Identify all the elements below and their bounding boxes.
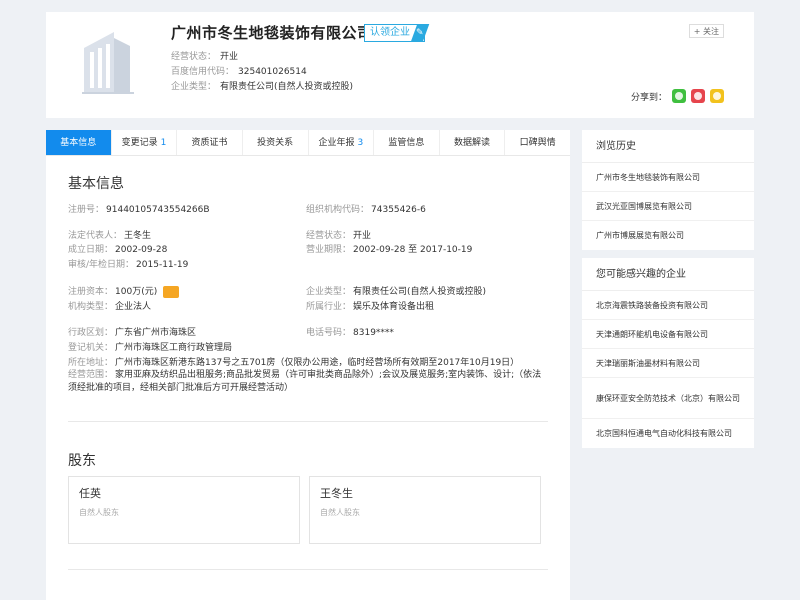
shareholder-name: 王冬生 <box>320 487 353 500</box>
section-divider <box>68 421 548 422</box>
reg-no-field: 注册号： 91440105743554266B <box>68 205 210 215</box>
shareholder-type: 自然人股东 <box>320 508 360 517</box>
phone-field: 电话号码： 8319**** <box>306 328 394 338</box>
related-companies-card: 您可能感兴趣的企业 北京海震铁路装备投资有限公司 天津通朗环能机电设备有限公司 … <box>582 258 754 448</box>
company-header-card: 广州市冬生地毯装饰有限公司 认领企业 经营状态：开业 百度信用代码：325401… <box>46 12 754 118</box>
browse-history-title: 浏览历史 <box>582 130 754 163</box>
status-field: 经营状态： 开业 <box>306 231 372 241</box>
basic-info-title: 基本信息 <box>68 176 124 192</box>
claimed-badge-label: 认领企业 <box>370 27 410 38</box>
related-companies-title: 您可能感兴趣的企业 <box>582 258 754 291</box>
tab-annual-reports[interactable]: 企业年报 3 <box>309 130 375 155</box>
business-status-line: 经营状态： 开业 <box>171 52 239 62</box>
building-logo-icon <box>74 20 146 100</box>
term-field: 营业期限： 2002-09-28 至 2017-10-19 <box>306 245 473 255</box>
related-item[interactable]: 康保环亚安全防范技术（北京）有限公司 <box>582 378 754 419</box>
history-item[interactable]: 武汉光亚国博展览有限公司 <box>582 192 754 221</box>
weibo-icon[interactable] <box>691 89 705 103</box>
share-label: 分享到： <box>630 92 667 103</box>
region-field: 行政区划： 广东省广州市海珠区 <box>68 328 197 338</box>
main-content-card: 基本信息 变更记录 1 资质证书 投资关系 企业年报 3 监管信息 数据解读 口碑舆… <box>46 130 570 600</box>
related-item[interactable]: 北京国科恒通电气自动化科技有限公司 <box>582 419 754 448</box>
shareholder-name: 任英 <box>79 487 101 500</box>
related-item[interactable]: 天津瑞丽斯油墨材料有限公司 <box>582 349 754 378</box>
tab-bar: 基本信息 变更记录 1 资质证书 投资关系 企业年报 3 监管信息 数据解读 口碑舆… <box>46 130 570 156</box>
company-name: 广州市冬生地毯装饰有限公司 <box>171 24 373 42</box>
tab-certificates[interactable]: 资质证书 <box>177 130 243 155</box>
shareholder-type: 自然人股东 <box>79 508 119 517</box>
capital-image-icon[interactable] <box>163 285 180 298</box>
section-divider <box>68 569 548 570</box>
ent-type-field: 企业类型： 有限责任公司(自然人投资或控股) <box>306 287 487 297</box>
legal-rep-field: 法定代表人： 王冬生 <box>68 231 152 241</box>
tab-change-records[interactable]: 变更记录 1 <box>112 130 178 155</box>
industry-field: 所属行业： 娱乐及体育设备出租 <box>306 302 435 312</box>
follow-button[interactable]: + 关注 <box>688 24 724 38</box>
edit-icon <box>410 24 430 42</box>
wechat-icon[interactable] <box>672 89 686 103</box>
established-field: 成立日期： 2002-09-28 <box>68 245 168 255</box>
tab-basic-info[interactable]: 基本信息 <box>46 130 112 155</box>
tab-reputation[interactable]: 口碑舆情 <box>505 130 570 155</box>
scope-field: 经营范围： 家用亚麻及纺织品出租服务;商品批发贸易（许可审批类商品除外）;会议及展… <box>68 370 542 393</box>
qzone-icon[interactable] <box>710 89 724 103</box>
history-item[interactable]: 广州市冬生地毯装饰有限公司 <box>582 163 754 192</box>
capital-field: 注册资本： 100万(元) <box>68 284 180 298</box>
related-item[interactable]: 北京海震铁路装备投资有限公司 <box>582 291 754 320</box>
approved-date-field: 审核/年检日期： 2015-11-19 <box>68 260 189 270</box>
share-bar: 分享到： <box>631 89 724 103</box>
shareholders-title: 股东 <box>68 453 96 469</box>
history-item[interactable]: 广州市博展展览有限公司 <box>582 221 754 250</box>
address-field: 所在地址： 广州市海珠区新港东路137号之五701房（仅限办公用途，临时经营场所有… <box>68 358 520 368</box>
tab-supervision[interactable]: 监管信息 <box>374 130 440 155</box>
org-type-field: 机构类型： 企业法人 <box>68 302 152 312</box>
shareholder-card[interactable]: 任英 自然人股东 <box>68 476 300 544</box>
browse-history-card: 浏览历史 广州市冬生地毯装饰有限公司 武汉光亚国博展览有限公司 广州市博展展览有… <box>582 130 754 250</box>
related-item[interactable]: 天津通朗环能机电设备有限公司 <box>582 320 754 349</box>
tab-data-analysis[interactable]: 数据解读 <box>440 130 506 155</box>
company-type-line: 企业类型： 有限责任公司(自然人投资或控股) <box>171 82 354 92</box>
shareholder-card[interactable]: 王冬生 自然人股东 <box>309 476 541 544</box>
org-code-field: 组织机构代码： 74355426-6 <box>306 205 426 215</box>
claimed-company-badge[interactable]: 认领企业 <box>364 24 430 42</box>
tab-investment[interactable]: 投资关系 <box>243 130 309 155</box>
authority-field: 登记机关： 广州市海珠区工商行政管理局 <box>68 343 233 353</box>
credit-code-line: 百度信用代码： 325401026514 <box>171 67 307 77</box>
